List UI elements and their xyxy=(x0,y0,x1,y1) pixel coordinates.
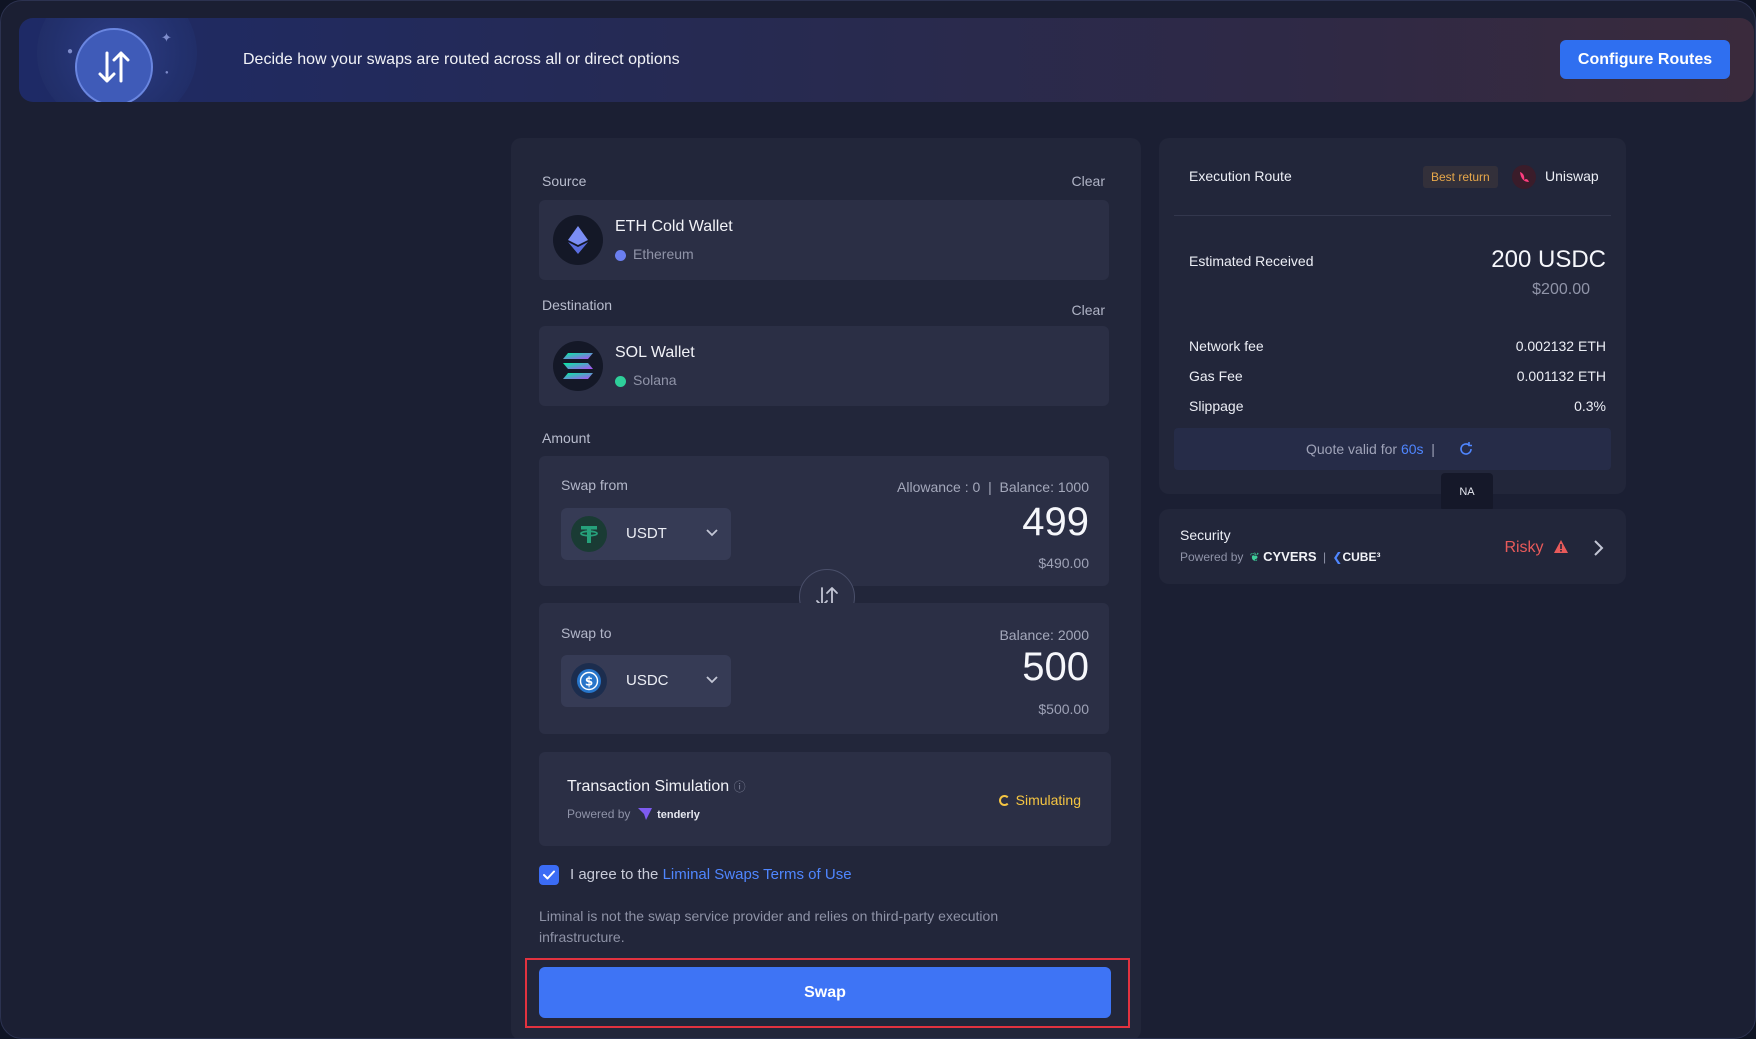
solana-icon xyxy=(553,341,603,391)
swap-form-panel: Source Clear ETH Cold Wallet Ethereum De… xyxy=(511,138,1141,1038)
info-icon[interactable]: ⓘ xyxy=(734,780,746,794)
quote-validity-text: Quote valid for 60s | xyxy=(1306,441,1435,457)
routing-banner: ● ✦ ● Decide how your swaps are routed a… xyxy=(19,18,1754,102)
source-network: Ethereum xyxy=(633,246,694,262)
app-window: ● ✦ ● Decide how your swaps are routed a… xyxy=(0,0,1756,1039)
from-token-select[interactable]: USDT xyxy=(561,508,731,560)
cube-logo-icon: ❮ xyxy=(1332,550,1343,564)
network-fee-value: 0.002132 ETH xyxy=(1515,338,1606,354)
warning-icon xyxy=(1554,540,1568,553)
estimated-received-label: Estimated Received xyxy=(1189,253,1314,269)
simulation-powered-by: Powered by tenderly xyxy=(567,807,700,821)
sparkle-icon: ● xyxy=(67,46,74,57)
security-panel[interactable]: Security Powered by ❦ CYVERS | ❮CUBE³ Ri… xyxy=(1159,509,1626,584)
from-token-name: USDT xyxy=(626,525,667,542)
amount-label: Amount xyxy=(542,430,591,446)
destination-wallet-name: SOL Wallet xyxy=(615,344,695,361)
cyvers-logo-icon: ❦ xyxy=(1249,550,1260,564)
uniswap-icon xyxy=(1512,165,1536,189)
chevron-down-icon xyxy=(706,529,718,537)
network-dot xyxy=(615,376,626,387)
source-label: Source xyxy=(542,173,587,189)
sparkle-icon: ● xyxy=(165,70,169,76)
to-token-name: USDC xyxy=(626,672,669,689)
gas-fee-label: Gas Fee xyxy=(1189,368,1243,384)
terms-checkbox[interactable] xyxy=(539,865,559,885)
terms-link[interactable]: Liminal Swaps Terms of Use xyxy=(663,866,852,883)
swap-to-label: Swap to xyxy=(561,625,612,641)
simulation-status: Simulating xyxy=(998,792,1081,808)
destination-clear-link[interactable]: Clear xyxy=(1072,302,1105,318)
chevron-down-icon xyxy=(706,676,718,684)
transaction-simulation-card: Transaction Simulation ⓘ Powered by tend… xyxy=(539,752,1111,846)
security-powered-by: Powered by ❦ CYVERS | ❮CUBE³ xyxy=(1180,549,1381,564)
swap-from-label: Swap from xyxy=(561,477,628,493)
usdt-icon xyxy=(571,516,607,552)
estimated-received-value: 200 USDC xyxy=(1491,246,1606,273)
swap-button[interactable]: Swap xyxy=(539,967,1111,1018)
to-amount-value: 500 xyxy=(1022,645,1089,689)
source-wallet-name: ETH Cold Wallet xyxy=(615,218,733,235)
best-return-badge: Best return xyxy=(1423,166,1498,188)
source-clear-link[interactable]: Clear xyxy=(1072,173,1105,189)
spinner-icon xyxy=(998,795,1010,806)
tenderly-logo-icon xyxy=(637,808,652,820)
from-amount-input[interactable]: 499 xyxy=(1022,500,1089,545)
route-provider: Uniswap xyxy=(1545,168,1599,184)
svg-text:$: $ xyxy=(585,675,593,689)
network-fee-label: Network fee xyxy=(1189,338,1264,354)
source-wallet-selector[interactable]: ETH Cold Wallet Ethereum xyxy=(539,200,1109,280)
gas-fee-value: 0.001132 ETH xyxy=(1516,368,1606,384)
execution-route-panel: Execution Route Best return Uniswap Esti… xyxy=(1159,138,1626,494)
destination-wallet-selector[interactable]: SOL Wallet Solana xyxy=(539,326,1109,406)
network-dot xyxy=(615,250,626,261)
to-balance: Balance: 2000 xyxy=(999,627,1089,643)
to-token-select[interactable]: $ USDC xyxy=(561,655,731,707)
chevron-right-icon[interactable] xyxy=(1592,539,1604,557)
destination-network: Solana xyxy=(633,372,677,388)
terms-label: I agree to the Liminal Swaps Terms of Us… xyxy=(570,866,852,883)
risk-status: Risky xyxy=(1504,539,1568,557)
slippage-label: Slippage xyxy=(1189,398,1244,414)
swap-arrows-icon xyxy=(75,28,153,102)
security-title: Security xyxy=(1180,527,1231,543)
sparkle-icon: ✦ xyxy=(161,30,172,45)
destination-label: Destination xyxy=(542,297,613,313)
slippage-value: 0.3% xyxy=(1574,398,1606,414)
configure-routes-button[interactable]: Configure Routes xyxy=(1560,40,1730,79)
usdc-icon: $ xyxy=(571,663,607,699)
quote-validity-bar: Quote valid for 60s | xyxy=(1174,428,1611,470)
swap-to-box: Swap to Balance: 2000 $ USDC 500 $500.00 xyxy=(539,603,1109,734)
simulation-title: Transaction Simulation ⓘ xyxy=(567,778,746,795)
execution-route-title: Execution Route xyxy=(1189,168,1292,184)
checkmark-icon xyxy=(543,870,555,880)
from-usd-value: $490.00 xyxy=(1038,555,1089,571)
allowance-balance: Allowance : 0 | Balance: 1000 xyxy=(897,479,1089,495)
estimated-received-usd: $200.00 xyxy=(1532,281,1590,298)
refresh-icon[interactable] xyxy=(1458,441,1474,457)
swap-from-box: Swap from Allowance : 0 | Balance: 1000 … xyxy=(539,456,1109,586)
refresh-tooltip: NA xyxy=(1441,473,1493,511)
banner-text: Decide how your swaps are routed across … xyxy=(243,51,680,68)
divider xyxy=(1174,215,1611,216)
disclaimer-text: Liminal is not the swap service provider… xyxy=(539,908,999,945)
to-usd-value: $500.00 xyxy=(1038,701,1089,717)
ethereum-icon xyxy=(553,215,603,265)
